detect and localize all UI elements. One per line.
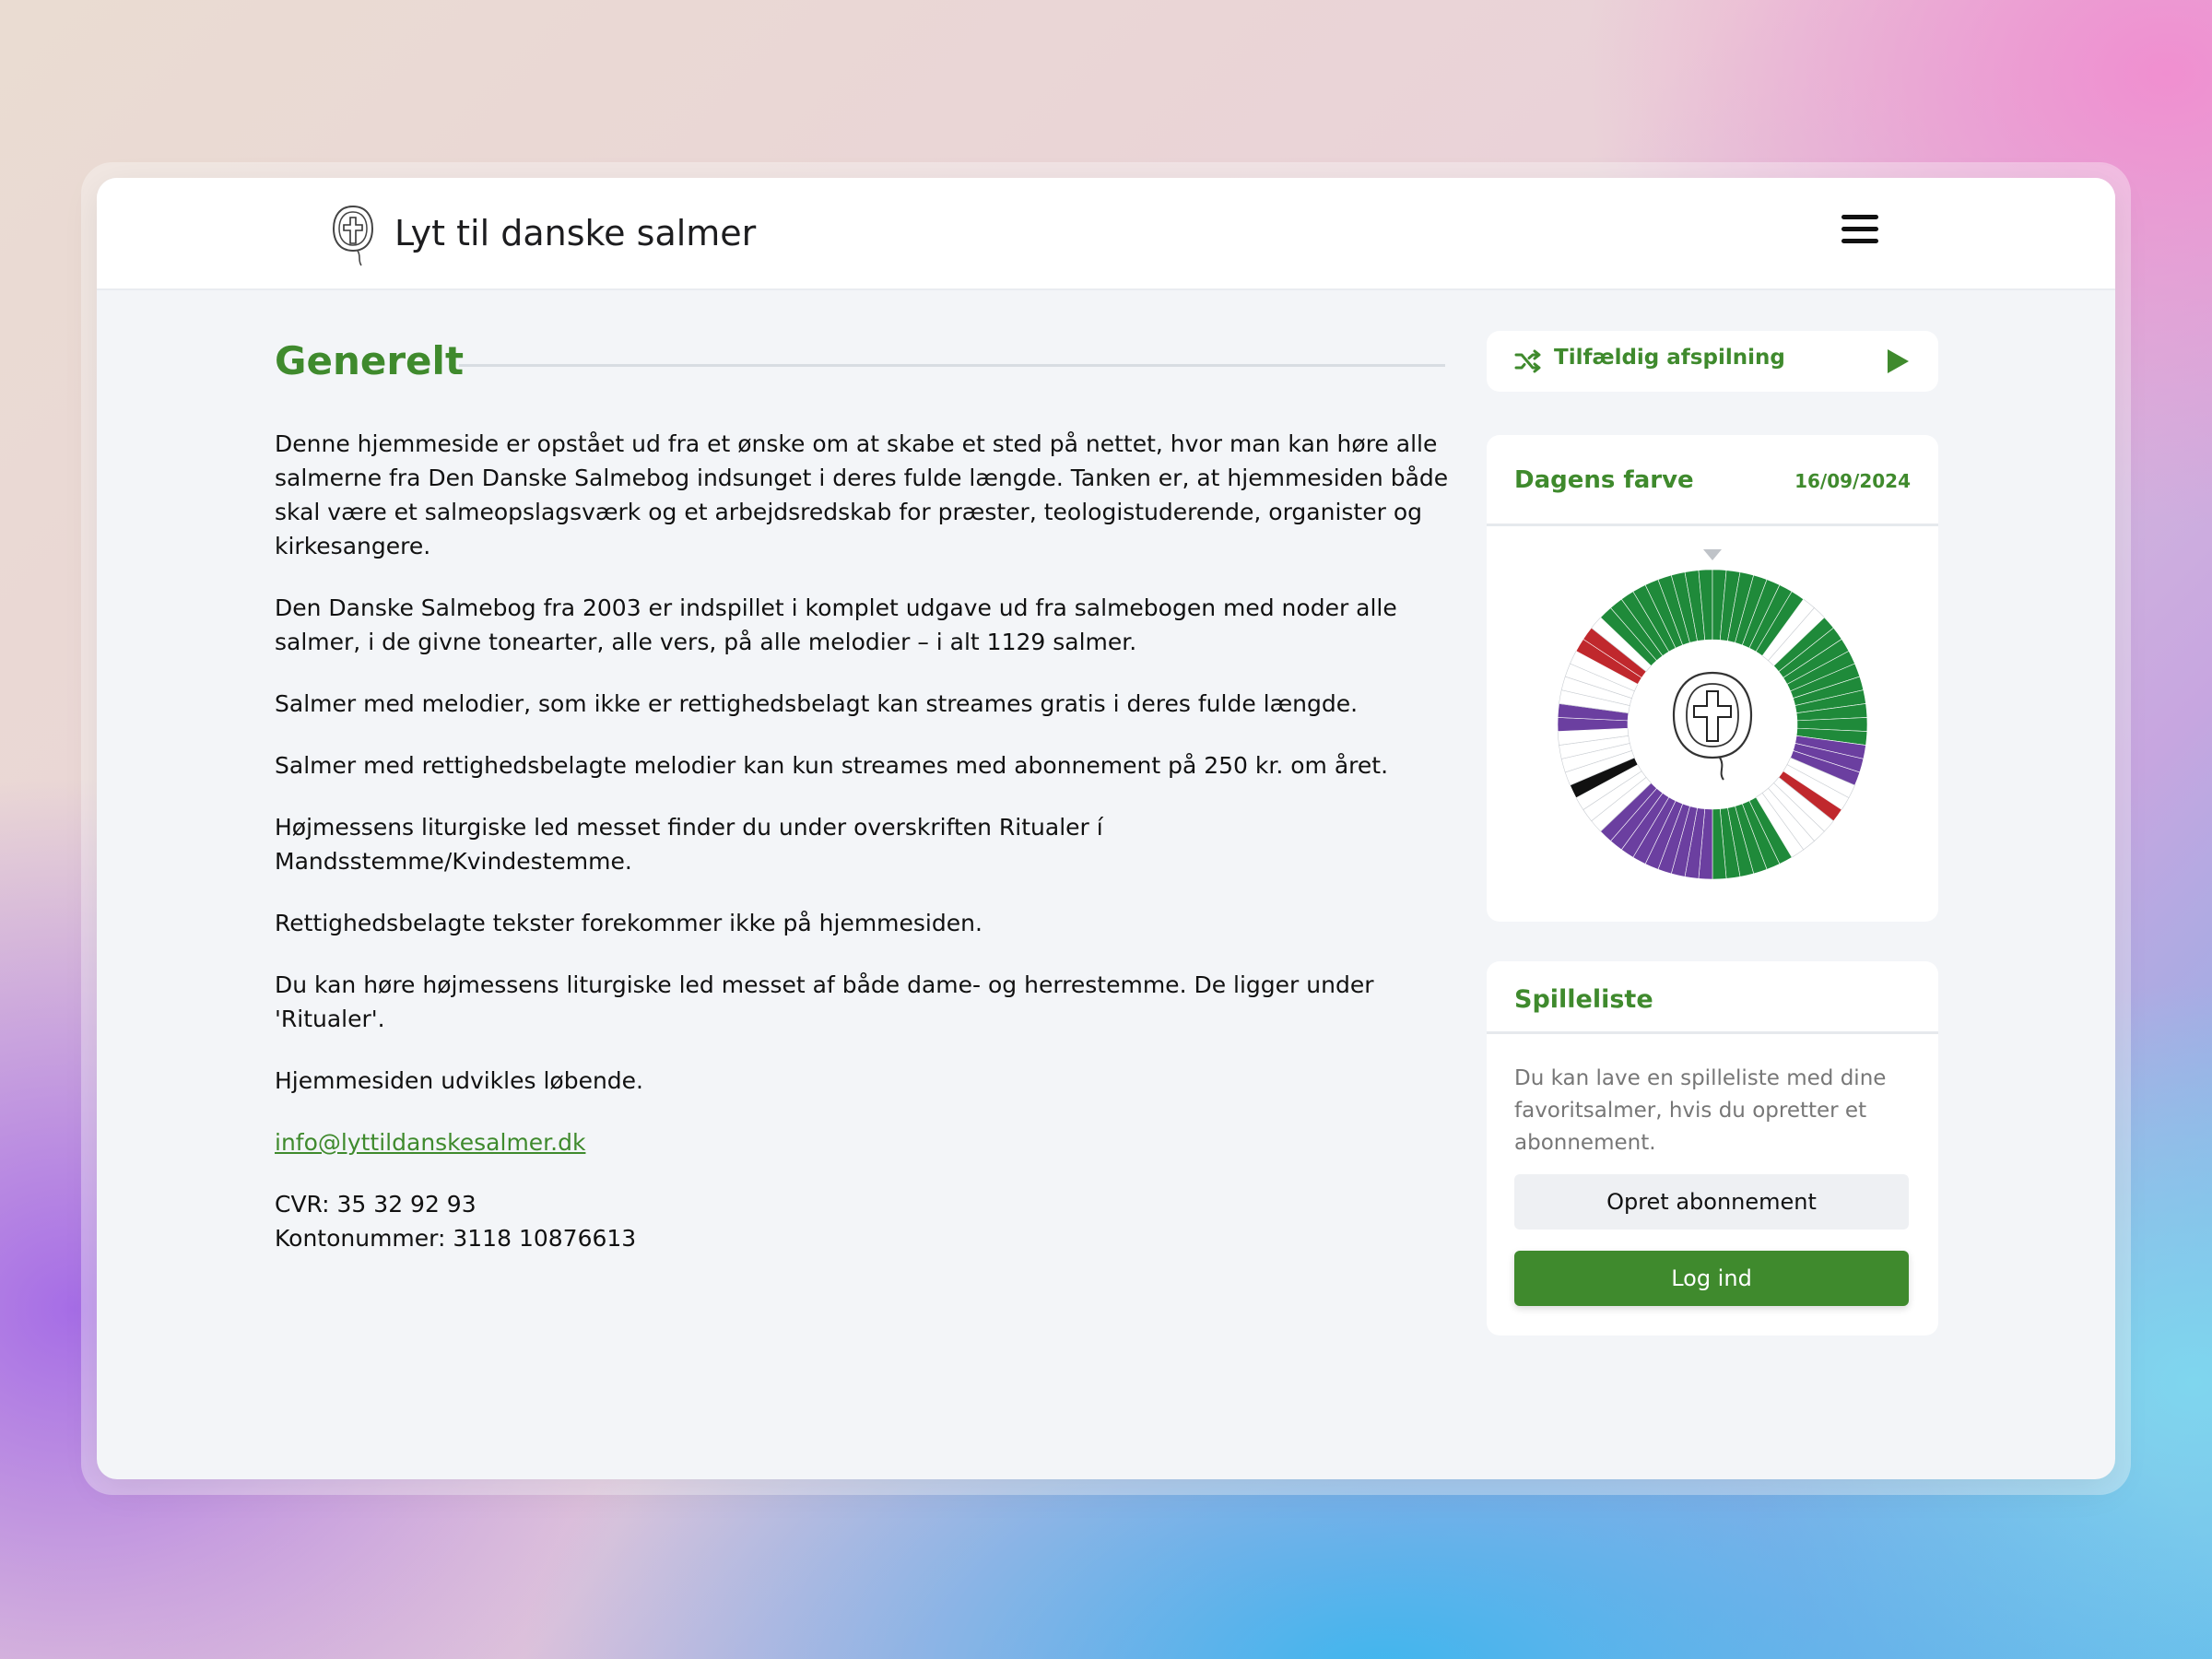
paragraph: Salmer med melodier, som ikke er rettigh… xyxy=(275,690,1359,717)
pointer-icon xyxy=(1703,549,1722,560)
wheel-center xyxy=(1631,643,1794,806)
email-paragraph: info@lyttildanskesalmer.dk xyxy=(275,1125,1450,1159)
company-info: CVR: 35 32 92 93 Kontonummer: 3118 10876… xyxy=(275,1187,1450,1255)
browser-window: Lyt til danske salmer Generelt Denne hje… xyxy=(97,178,2115,1479)
paragraph: Hjemmesiden udvikles løbende. xyxy=(275,1067,643,1094)
cvr-number: CVR: 35 32 92 93 xyxy=(275,1191,477,1218)
subscribe-button[interactable]: Opret abonnement xyxy=(1514,1174,1909,1230)
top-bar: Lyt til danske salmer xyxy=(97,178,2115,290)
paragraph: Den Danske Salmebog fra 2003 er indspill… xyxy=(275,594,1397,655)
section-header: Generelt xyxy=(275,335,1450,399)
playlist-title: Spilleliste xyxy=(1514,985,1653,1014)
day-color-date: 16/09/2024 xyxy=(1794,470,1911,492)
login-button[interactable]: Log ind xyxy=(1514,1251,1909,1306)
random-play-card[interactable]: Tilfældig afspilning xyxy=(1487,331,1938,392)
info-text: Denne hjemmeside er opstået ud fra et øn… xyxy=(275,427,1450,1283)
paragraph: Du kan høre højmessens liturgiske led me… xyxy=(275,971,1374,1032)
play-icon[interactable] xyxy=(1885,347,1911,375)
section-divider xyxy=(459,364,1445,367)
shuffle-icon xyxy=(1514,349,1541,373)
liturgical-color-wheel[interactable] xyxy=(1548,538,1877,907)
day-color-card: Dagens farve 16/09/2024 xyxy=(1487,435,1938,922)
paragraph: Rettighedsbelagte tekster forekommer ikk… xyxy=(275,910,982,936)
random-play-label: Tilfældig afspilning xyxy=(1554,346,1785,370)
email-link[interactable]: info@lyttildanskesalmer.dk xyxy=(275,1129,585,1156)
hamburger-menu-icon[interactable] xyxy=(1841,215,1878,246)
day-color-title: Dagens farve xyxy=(1514,466,1694,494)
playlist-header: Spilleliste xyxy=(1487,961,1938,1034)
day-color-header: Dagens farve 16/09/2024 xyxy=(1487,435,1938,526)
paragraph: Salmer med rettighedsbelagte melodier ka… xyxy=(275,752,1389,779)
main-content: Generelt Denne hjemmeside er opstået ud … xyxy=(275,335,1450,1252)
account-number: Kontonummer: 3118 10876613 xyxy=(275,1225,637,1252)
logo-icon[interactable] xyxy=(330,203,376,267)
paragraph: Højmessens liturgiske led messet finder … xyxy=(275,814,1103,875)
paragraph: Denne hjemmeside er opstået ud fra et øn… xyxy=(275,430,1449,559)
playlist-description: Du kan lave en spilleliste med dine favo… xyxy=(1514,1066,1887,1155)
brand-title[interactable]: Lyt til danske salmer xyxy=(394,206,756,261)
section-title: Generelt xyxy=(275,338,465,383)
